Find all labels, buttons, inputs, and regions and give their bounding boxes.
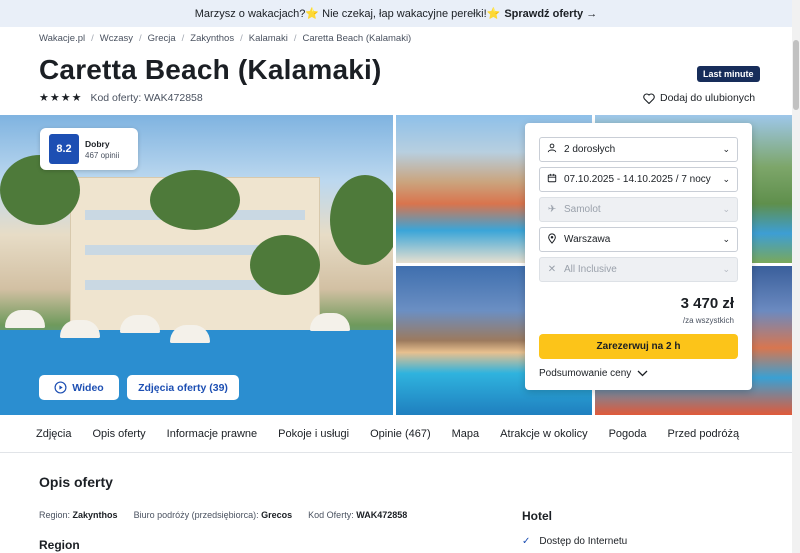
checkmark-icon: ✓ (522, 536, 531, 547)
chevron-down-icon (637, 370, 648, 377)
chevron-down-icon: ⌄ (722, 264, 730, 274)
breadcrumb-separator: / (91, 33, 94, 44)
chevron-down-icon: ⌄ (722, 174, 730, 184)
breadcrumb: Wakacje.pl / Wczasy / Grecja / Zakynthos / K… (39, 33, 411, 44)
breadcrumb-separator: / (293, 33, 297, 44)
breadcrumb-item[interactable]: Wakacje.pl (39, 33, 85, 44)
tab-map[interactable]: Mapa (452, 428, 480, 440)
offer-details-row: Region: Zakynthos Biuro podróży (przedsi… (39, 510, 407, 520)
add-to-favorites-button[interactable]: Dodaj do ulubionych (643, 92, 755, 104)
calendar-icon (546, 173, 558, 186)
breadcrumb-item[interactable]: Zakynthos (190, 33, 234, 44)
region-label: Region: (39, 510, 71, 520)
tab-legal-info[interactable]: Informacje prawne (167, 428, 258, 440)
page-scrollbar[interactable] (792, 0, 800, 553)
tab-before-trip[interactable]: Przed podróżą (668, 428, 740, 440)
guests-select[interactable]: 2 dorosłych ⌄ (539, 137, 738, 162)
chevron-down-icon: ⌄ (722, 204, 730, 214)
plane-icon: ✈ (547, 204, 557, 215)
breadcrumb-item-current: Caretta Beach (Kalamaki) (302, 33, 412, 44)
breadcrumb-separator: / (181, 33, 185, 44)
transport-select: ✈ Samolot ⌄ (539, 197, 738, 222)
code-label: Kod Oferty: (308, 510, 354, 520)
promo-banner[interactable]: Marzysz o wakacjach?⭐ Nie czekaj, łap wa… (0, 0, 792, 27)
hotel-stars: ★★★★ (39, 92, 83, 104)
scrollbar-thumb[interactable] (793, 40, 799, 110)
chevron-down-icon: ⌄ (722, 234, 730, 244)
review-label: Dobry (85, 138, 110, 149)
review-score: 8.2 (49, 134, 79, 164)
booking-panel: 2 dorosłych ⌄ 07.10.2025 - 14.10.2025 / … (525, 123, 752, 390)
operator-value: Grecos (261, 510, 293, 520)
photos-button[interactable]: Zdjęcia oferty (39) (127, 375, 239, 400)
photos-label: Zdjęcia oferty (39) (138, 381, 228, 394)
umbrella-shape (310, 313, 350, 331)
transport-value: Samolot (564, 204, 601, 215)
board-select: ✕ All Inclusive ⌄ (539, 257, 738, 282)
price-total: 3 470 zł (680, 295, 734, 312)
heart-icon (643, 92, 655, 104)
favorites-label: Dodaj do ulubionych (660, 92, 756, 104)
book-button[interactable]: Zarezerwuj na 2 h (539, 334, 738, 359)
offer-code: Kod oferty: WAK472858 (90, 91, 203, 104)
code-value: WAK472858 (356, 510, 408, 520)
breadcrumb-item[interactable]: Kalamaki (249, 33, 288, 44)
offer-meta-row: ★★★★ Kod oferty: WAK472858 (39, 91, 203, 105)
amenity-label: Dostęp do Internetu (539, 536, 628, 547)
tab-rooms-services[interactable]: Pokoje i usługi (278, 428, 349, 440)
price-summary-toggle[interactable]: Podsumowanie ceny (539, 368, 648, 379)
review-score-card[interactable]: 8.2 Dobry 467 opinii (40, 128, 138, 170)
dates-select[interactable]: 07.10.2025 - 14.10.2025 / 7 nocy ⌄ (539, 167, 738, 192)
departure-value: Warszawa (564, 234, 611, 245)
play-icon (54, 381, 67, 394)
code-detail: Kod Oferty: WAK472858 (308, 510, 407, 520)
description-title: Opis oferty (39, 474, 113, 490)
video-button[interactable]: Wideo (39, 375, 119, 400)
departure-select[interactable]: Warszawa ⌄ (539, 227, 738, 252)
board-value: All Inclusive (564, 264, 617, 275)
umbrella-shape (5, 310, 45, 328)
page-title: Caretta Beach (Kalamaki) (39, 54, 382, 85)
chevron-down-icon: ⌄ (722, 144, 730, 154)
promo-text: Marzysz o wakacjach?⭐ Nie czekaj, łap wa… (194, 8, 501, 20)
region-value: Zakynthos (72, 510, 118, 520)
region-heading: Region (39, 538, 80, 552)
person-icon (546, 143, 558, 156)
video-label: Wideo (72, 381, 104, 394)
amenity-item: ✓ Dostęp do Internetu (522, 536, 627, 547)
tab-reviews[interactable]: Opinie (467) (370, 428, 431, 440)
breadcrumb-separator: / (240, 33, 243, 44)
breadcrumb-item[interactable]: Grecja (148, 33, 176, 44)
tab-photos[interactable]: Zdjęcia (36, 428, 71, 440)
hotel-heading: Hotel (522, 509, 552, 523)
review-count: 467 opinii (85, 150, 120, 160)
promo-cta-link[interactable]: Sprawdź oferty → (504, 8, 597, 20)
price-note: /za wszystkich (682, 316, 734, 325)
operator-detail: Biuro podróży (przedsiębiorca): Grecos (134, 510, 293, 520)
price-summary-label: Podsumowanie ceny (539, 368, 632, 379)
tab-description[interactable]: Opis oferty (92, 428, 145, 440)
operator-label: Biuro podróży (przedsiębiorca): (133, 510, 259, 520)
tab-weather[interactable]: Pogoda (609, 428, 647, 440)
guests-value: 2 dorosłych (564, 144, 616, 155)
breadcrumb-item[interactable]: Wczasy (100, 33, 133, 44)
palm-shape (250, 235, 320, 295)
breadcrumb-separator: / (139, 33, 142, 44)
cutlery-icon: ✕ (547, 264, 557, 275)
region-detail: Region: Zakynthos (39, 510, 118, 520)
tab-attractions[interactable]: Atrakcje w okolicy (500, 428, 587, 440)
offer-section-tabs: Zdjęcia Opis oferty Informacje prawne Po… (0, 415, 792, 453)
palm-shape (150, 170, 240, 230)
location-pin-icon (546, 233, 558, 247)
dates-value: 07.10.2025 - 14.10.2025 / 7 nocy (564, 174, 711, 185)
last-minute-badge: Last minute (697, 66, 760, 82)
palm-shape (330, 175, 393, 265)
